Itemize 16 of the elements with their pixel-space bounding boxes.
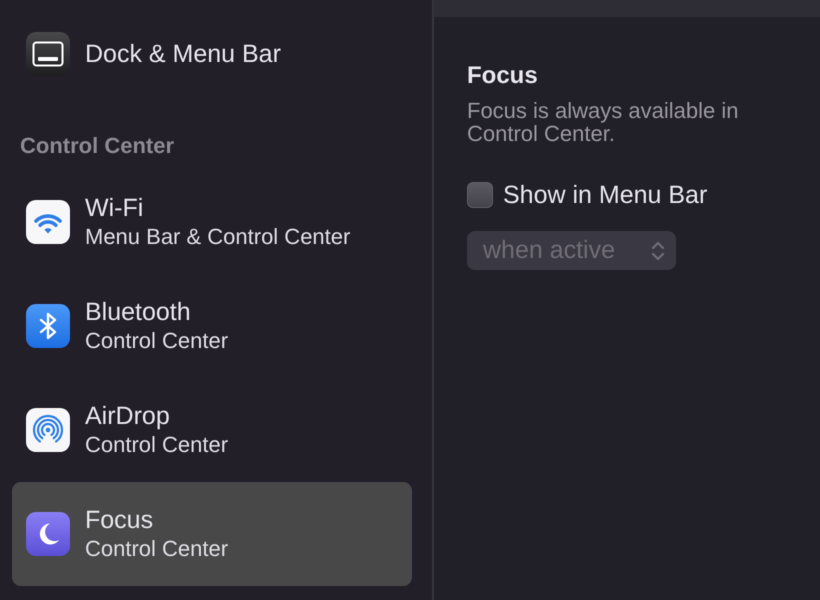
pane-title: Focus [467,62,538,90]
moon-icon [26,512,70,556]
window-icon [26,32,70,76]
checkbox-label[interactable]: Show in Menu Bar [503,181,708,209]
description-text: Focus is always available in Control Center. [467,99,740,145]
sidebar-item[interactable]: Bluetooth Control Center [12,274,412,378]
sidebar-item[interactable]: Dock & Menu Bar [12,2,412,106]
checkbox[interactable] [467,182,493,208]
sidebar-item[interactable]: Focus Control Center [12,482,412,586]
broadcast-icon [26,408,70,452]
chevron-up-down-icon [651,240,665,262]
wifi-icon [26,200,70,244]
bluetooth-icon [26,304,70,348]
section-header: Control Center [20,133,174,158]
sidebar-item[interactable]: AirDrop Control Center [12,378,412,482]
sidebar-item[interactable]: Wi-Fi Menu Bar & Control Center [12,170,412,274]
